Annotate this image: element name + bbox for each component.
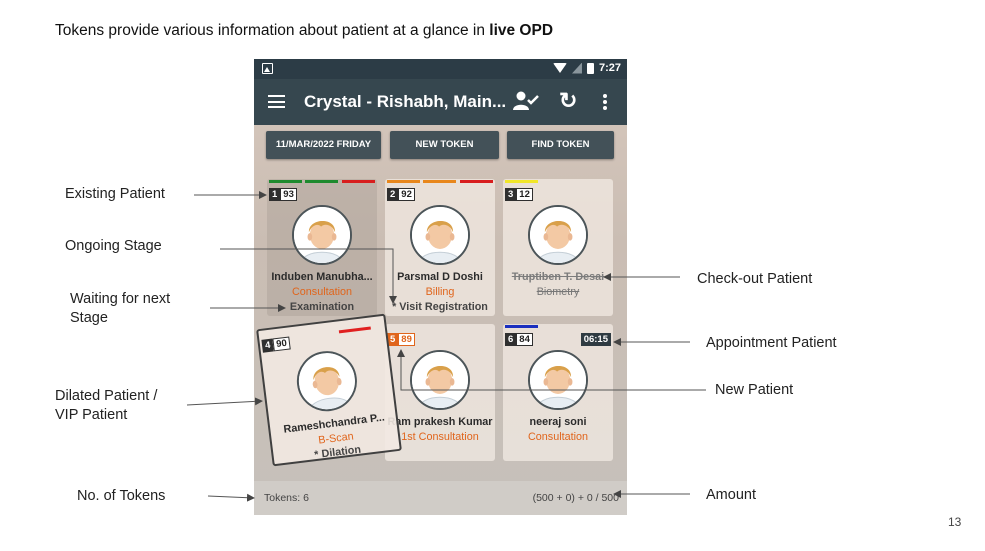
amount-total: (500 + 0) + 0 / 500 <box>532 492 619 504</box>
annotation-waiting: Waiting for next Stage <box>70 290 170 328</box>
page-number: 13 <box>948 515 962 529</box>
app-bar: Crystal - Rishabh, Main... ↻ <box>254 79 627 125</box>
next-stage: Examination <box>289 301 355 313</box>
annotation-amount: Amount <box>706 487 756 503</box>
status-stripe <box>423 180 456 183</box>
token-card[interactable]: 2 92 Parsmal D Doshi Billing * Visit Regi… <box>385 179 495 316</box>
status-time: 7:27 <box>598 62 621 74</box>
annotation-new-patient: New Patient <box>715 382 794 398</box>
slide-title-text: Tokens provide various information about… <box>55 22 490 39</box>
avatar-icon <box>293 347 361 415</box>
token-card-vip[interactable]: 4 90 Rameshchandra P... B-Scan * Dilation <box>256 313 402 467</box>
token-number: 2 <box>387 188 399 201</box>
token-badge: 4 90 <box>261 336 291 353</box>
slide-title: Tokens provide various information about… <box>55 22 553 40</box>
token-card[interactable]: 3 12 Truptiben T. Desai Biometry <box>503 179 613 316</box>
patient-name: Induben Manubha... <box>271 271 373 283</box>
status-stripe <box>269 180 302 183</box>
tokens-count: Tokens: 6 <box>264 492 309 504</box>
status-stripe <box>387 180 420 183</box>
arrow-dilated <box>186 397 263 406</box>
new-token-button[interactable]: NEW TOKEN <box>390 131 499 159</box>
more-vert-icon[interactable] <box>603 94 607 110</box>
avatar-icon <box>528 350 588 410</box>
patient-stage: Consultation <box>291 286 353 298</box>
avatar-icon <box>292 205 352 265</box>
next-stage: * Visit Registration <box>392 301 488 313</box>
annotation-existing: Existing Patient <box>65 186 165 202</box>
annotation-waiting-l1: Waiting for next <box>70 291 171 307</box>
token-badge: 2 92 <box>387 188 415 201</box>
token-number: 1 <box>269 188 281 201</box>
patient-stage: 1st Consultation <box>401 431 479 443</box>
status-stripe <box>505 180 538 183</box>
appointment-time: 06:15 <box>580 333 611 346</box>
patient-stage: Consultation <box>527 431 589 443</box>
annotation-waiting-l2: Stage <box>70 310 108 326</box>
token-badge: 5 89 <box>387 333 415 346</box>
status-stripe <box>460 180 493 183</box>
battery-icon <box>586 62 594 74</box>
wifi-icon <box>552 63 567 73</box>
patient-stage: Biometry <box>536 286 580 298</box>
token-number: 6 <box>505 333 517 346</box>
token-badge: 1 93 <box>269 188 297 201</box>
sync-icon[interactable]: ↻ <box>559 90 577 112</box>
status-stripe <box>338 326 371 334</box>
avatar-icon <box>528 205 588 265</box>
annotation-dilated-l1: Dilated Patient / <box>55 388 158 404</box>
annotation-checkout: Check-out Patient <box>697 271 813 287</box>
token-value: 93 <box>280 188 297 201</box>
token-value: 84 <box>516 333 533 346</box>
patient-name: Truptiben T. Desai <box>511 271 605 283</box>
arrow-tokens <box>207 493 255 502</box>
find-token-button[interactable]: FIND TOKEN <box>507 131 614 159</box>
token-value: 89 <box>398 333 415 346</box>
token-badge: 6 84 <box>505 333 533 346</box>
annotation-dilated-l2: VIP Patient <box>55 407 128 423</box>
patient-name: Ram prakesh Kumar <box>387 416 493 428</box>
annotation-no-tokens: No. of Tokens <box>77 488 166 504</box>
phone-screen: 7:27 Crystal - Rishabh, Main... ↻ 11/MAR… <box>254 59 627 515</box>
annotation-dilated: Dilated Patient / VIP Patient <box>55 387 157 425</box>
signal-icon <box>571 62 582 74</box>
token-number: 3 <box>505 188 517 201</box>
patient-stage: Billing <box>425 286 455 298</box>
avatar-icon <box>410 350 470 410</box>
image-icon <box>262 63 273 74</box>
slide: Tokens provide various information about… <box>0 0 985 551</box>
patient-name: Parsmal D Doshi <box>397 271 483 283</box>
menu-icon[interactable] <box>268 95 285 108</box>
token-card[interactable]: 6 84 06:15 neeraj soni Consultation <box>503 324 613 461</box>
person-check-icon[interactable] <box>513 91 539 111</box>
status-stripe <box>505 325 538 328</box>
annotation-ongoing: Ongoing Stage <box>65 238 162 254</box>
token-value: 90 <box>272 336 291 352</box>
slide-title-bold: live OPD <box>489 22 554 39</box>
token-value: 12 <box>516 188 533 201</box>
token-card[interactable]: 1 93 Induben Manubha... Consultation Exam… <box>267 179 377 316</box>
date-button[interactable]: 11/MAR/2022 FRIDAY <box>266 131 381 159</box>
bottom-bar: Tokens: 6 (500 + 0) + 0 / 500 <box>254 481 627 515</box>
app-title: Crystal - Rishabh, Main... <box>304 92 507 111</box>
avatar-icon <box>410 205 470 265</box>
annotation-appointment: Appointment Patient <box>706 335 837 351</box>
patient-name: neeraj soni <box>529 416 587 428</box>
token-badge: 3 12 <box>505 188 533 201</box>
token-card[interactable]: 5 89 Ram prakesh Kumar 1st Consultation <box>385 324 495 461</box>
status-stripe <box>342 180 375 183</box>
status-bar: 7:27 <box>254 59 627 79</box>
token-value: 92 <box>398 188 415 201</box>
status-stripe <box>305 180 338 183</box>
